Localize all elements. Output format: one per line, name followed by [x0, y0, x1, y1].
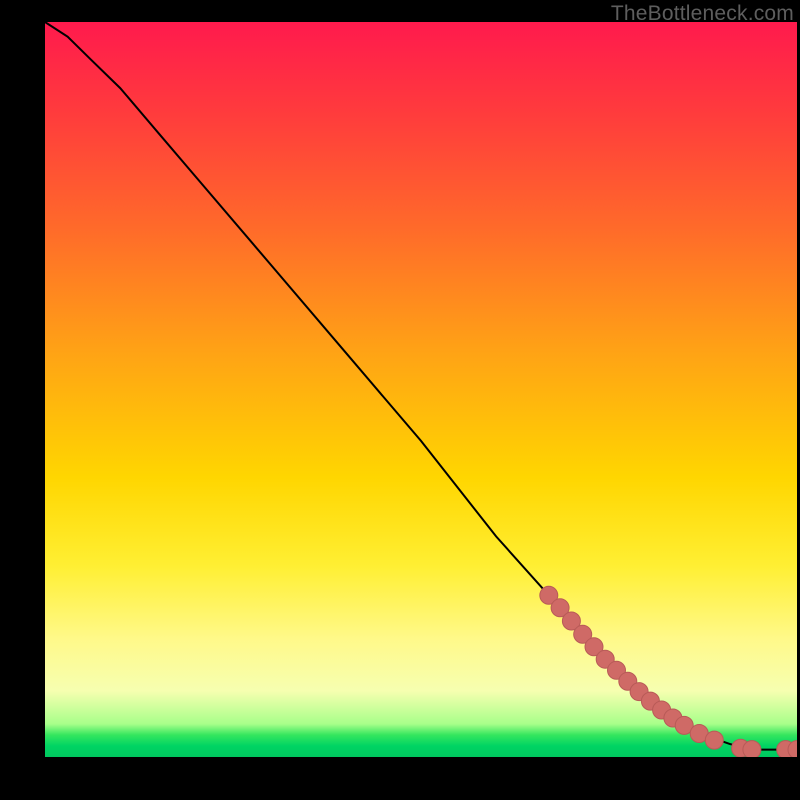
plot-area	[45, 22, 797, 757]
data-marker	[743, 741, 761, 757]
curve-svg	[45, 22, 797, 757]
watermark-text: TheBottleneck.com	[611, 2, 794, 26]
data-marker	[705, 731, 723, 749]
marker-group	[540, 586, 797, 757]
bottleneck-curve	[45, 22, 797, 750]
chart-frame: TheBottleneck.com	[0, 0, 800, 800]
